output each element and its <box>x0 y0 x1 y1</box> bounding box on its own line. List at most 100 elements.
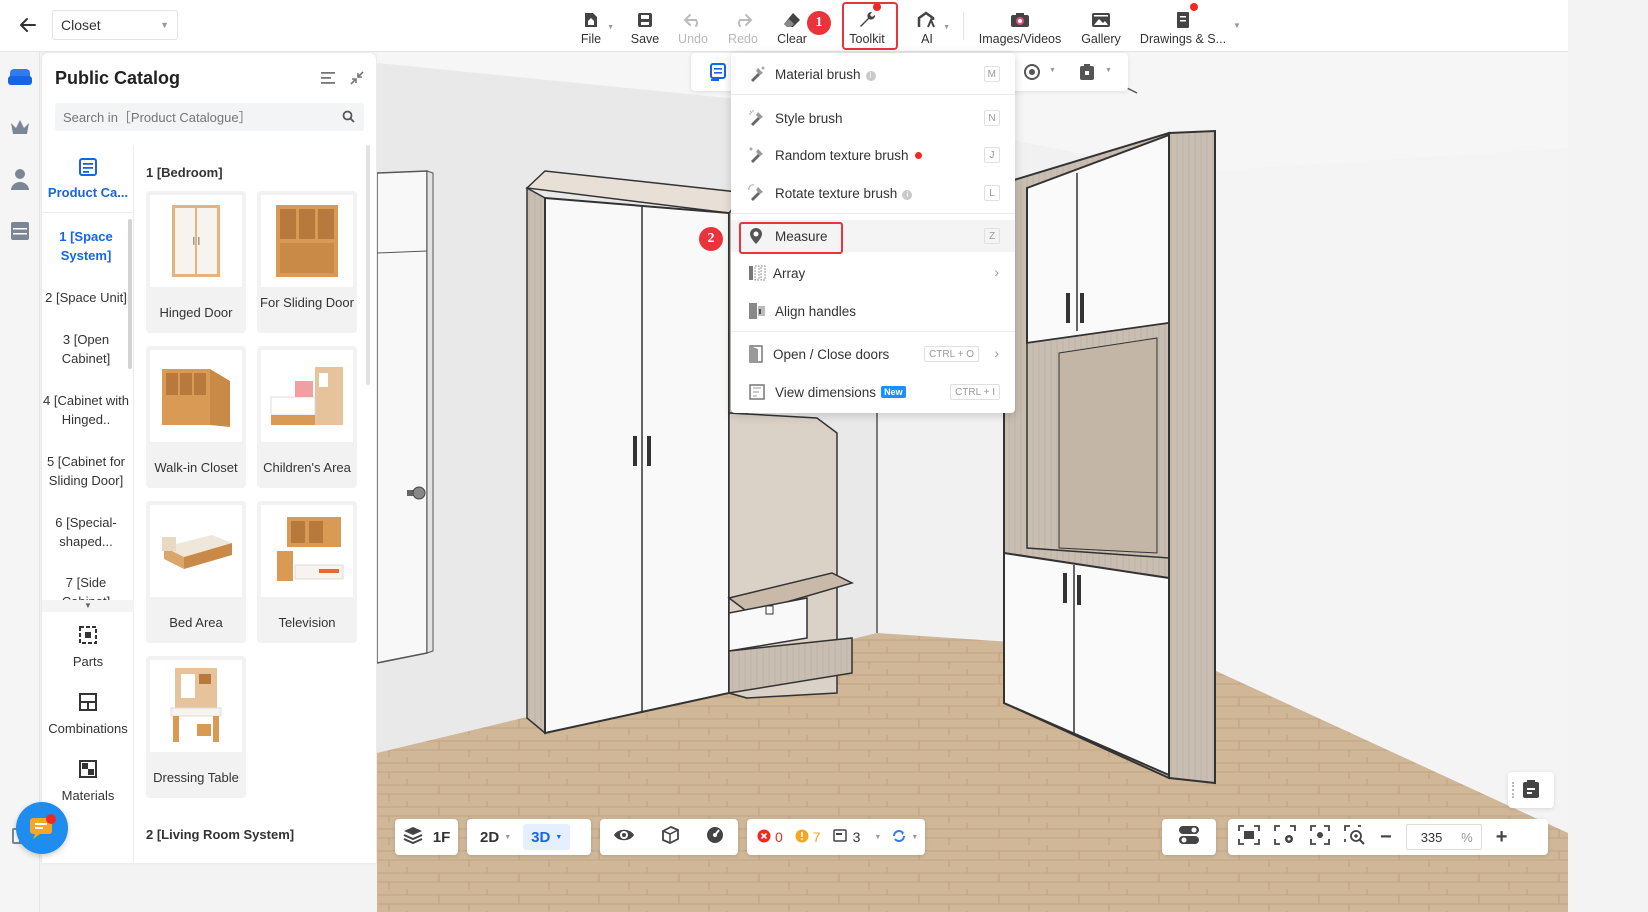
menu-item-material-brush[interactable]: Material brush i M <box>731 58 1015 90</box>
shortcut-key: N <box>984 110 1000 126</box>
grid-scrollbar[interactable] <box>366 145 370 385</box>
fit-view-icon[interactable] <box>1238 825 1260 849</box>
user-icon[interactable] <box>6 165 34 193</box>
collapse-list-icon[interactable] <box>320 71 336 88</box>
camera-icon <box>1009 10 1031 30</box>
product-thumbnail <box>261 350 353 442</box>
section-title: 1 [Bedroom] <box>146 165 223 180</box>
product-label: Hinged Door <box>159 305 233 320</box>
cabinet-icon[interactable] <box>6 217 34 245</box>
product-card[interactable]: Dressing Table <box>146 656 246 798</box>
redo-button[interactable]: Redo <box>727 6 759 46</box>
tab-label: Parts <box>72 654 104 669</box>
search-icon[interactable] <box>342 110 355 126</box>
minimize-icon[interactable] <box>350 71 364 88</box>
tab-parts[interactable]: Parts <box>42 625 134 669</box>
shortcut-key: CTRL + I <box>950 384 1000 400</box>
tab-label: Combinations <box>48 721 128 736</box>
category-item[interactable]: 2 [Space Unit] <box>42 288 130 307</box>
floor-selector[interactable]: 1F <box>395 819 458 855</box>
project-name: Closet <box>61 17 101 33</box>
clipboard-panel-button[interactable] <box>1508 772 1554 808</box>
zoom-in-icon[interactable]: + <box>1496 826 1508 849</box>
clear-button[interactable]: Clear <box>776 6 808 46</box>
tab-materials[interactable]: Materials <box>42 759 134 803</box>
project-select[interactable]: Closet ▼ <box>52 10 178 40</box>
drawings-button[interactable]: Drawings & S... <box>1139 6 1227 46</box>
combinations-icon <box>78 692 98 715</box>
cube-icon[interactable] <box>660 825 680 849</box>
product-thumbnail <box>150 505 242 597</box>
dimensions-icon <box>748 383 766 401</box>
warning-icon <box>795 829 809 846</box>
category-list: 1 [Space System] 2 [Space Unit] 3 [Open … <box>42 215 134 600</box>
zoom-out-icon[interactable]: − <box>1380 826 1392 849</box>
file-button[interactable]: File ▼ <box>578 6 614 46</box>
menu-item-align-handles[interactable]: Align handles <box>731 295 1015 327</box>
menu-item-random-texture-brush[interactable]: Random texture brush J <box>731 139 1015 171</box>
chat-support-button[interactable] <box>16 802 68 854</box>
undo-button[interactable]: Undo <box>676 6 710 46</box>
scroll-down-icon[interactable]: ▼ <box>42 600 134 612</box>
product-thumbnail <box>150 195 242 287</box>
gauge-icon[interactable] <box>705 825 725 849</box>
product-card[interactable]: Walk-in Closet <box>146 346 246 488</box>
chevron-down-icon[interactable]: ▼ <box>1105 67 1112 74</box>
menu-item-array[interactable]: Array › <box>731 257 1015 289</box>
chevron-down-icon[interactable]: ▼ <box>1049 67 1056 74</box>
target-icon[interactable] <box>1023 63 1041 84</box>
ai-house-icon <box>916 10 938 30</box>
tab-product-catalog[interactable]: Product Ca... <box>42 145 134 213</box>
document-icon[interactable] <box>709 63 727 84</box>
category-scrollbar[interactable] <box>128 219 132 369</box>
images-videos-button[interactable]: Images/Videos <box>977 6 1063 46</box>
save-button[interactable]: Save <box>630 6 660 46</box>
menu-item-open-close-doors[interactable]: Open / Close doors CTRL + O › <box>731 338 1015 370</box>
product-label: Walk-in Closet <box>154 460 238 475</box>
zoom-unit: % <box>1461 829 1473 845</box>
ai-button[interactable]: AI ▼ <box>914 6 950 46</box>
view-mode-switch: 2D ▼ 3D ▼ <box>467 819 591 855</box>
toggle-panel-button[interactable] <box>1162 819 1216 855</box>
product-card[interactable]: Bed Area <box>146 501 246 643</box>
left-rail <box>0 52 40 912</box>
menu-item-label: Rotate texture brush <box>775 185 898 201</box>
gallery-button[interactable]: Gallery <box>1079 6 1123 46</box>
toolkit-highlight-box <box>842 2 898 50</box>
menu-item-label: Material brush <box>775 66 861 82</box>
view-3d-button[interactable]: 3D ▼ <box>523 824 571 850</box>
product-card[interactable]: Television <box>257 501 357 643</box>
eye-icon[interactable] <box>613 827 635 847</box>
zoom-level-input[interactable]: 335 % <box>1405 824 1482 850</box>
category-item[interactable]: 1 [Space System] <box>42 227 130 265</box>
product-thumbnail <box>261 505 353 597</box>
notification-dot <box>1190 3 1198 11</box>
status-indicators[interactable]: 0 7 3 ▼ ▼ <box>747 819 925 855</box>
tab-combinations[interactable]: Combinations <box>42 692 134 736</box>
category-item[interactable]: 3 [Open Cabinet] <box>42 330 130 368</box>
product-card[interactable]: Hinged Door <box>146 191 246 333</box>
category-item[interactable]: 6 [Special-shaped... <box>42 513 130 551</box>
menu-item-style-brush[interactable]: Style brush N <box>731 102 1015 134</box>
crown-icon[interactable] <box>6 113 34 141</box>
toggle-icon <box>1178 825 1200 849</box>
category-item[interactable]: 7 [Side Cabinet] <box>42 573 130 600</box>
back-arrow-icon[interactable] <box>10 10 46 40</box>
menu-item-rotate-texture-brush[interactable]: Rotate texture brush i L <box>731 177 1015 209</box>
menu-item-view-dimensions[interactable]: View dimensions New CTRL + I <box>731 376 1015 408</box>
category-column: Product Ca... 1 [Space System] 2 [Space … <box>42 145 134 863</box>
catalog-search-input[interactable] <box>55 103 364 131</box>
chevron-down-icon: ▼ <box>943 24 950 31</box>
panel-title: Public Catalog <box>55 68 181 88</box>
view-settings-icon[interactable] <box>1274 825 1296 849</box>
view-2d-button[interactable]: 2D ▼ <box>472 824 519 850</box>
clipboard-icon[interactable] <box>1079 63 1095 84</box>
catalog-sofa-icon[interactable] <box>6 63 34 91</box>
category-item[interactable]: 4 [Cabinet with Hinged.. <box>42 391 130 429</box>
product-card[interactable]: For Sliding Door <box>257 191 357 333</box>
file-label: File <box>580 32 602 46</box>
product-card[interactable]: Children's Area <box>257 346 357 488</box>
category-item[interactable]: 5 [Cabinet for Sliding Door] <box>42 452 130 490</box>
zoom-area-icon[interactable] <box>1344 825 1366 849</box>
focus-icon[interactable] <box>1310 825 1330 849</box>
